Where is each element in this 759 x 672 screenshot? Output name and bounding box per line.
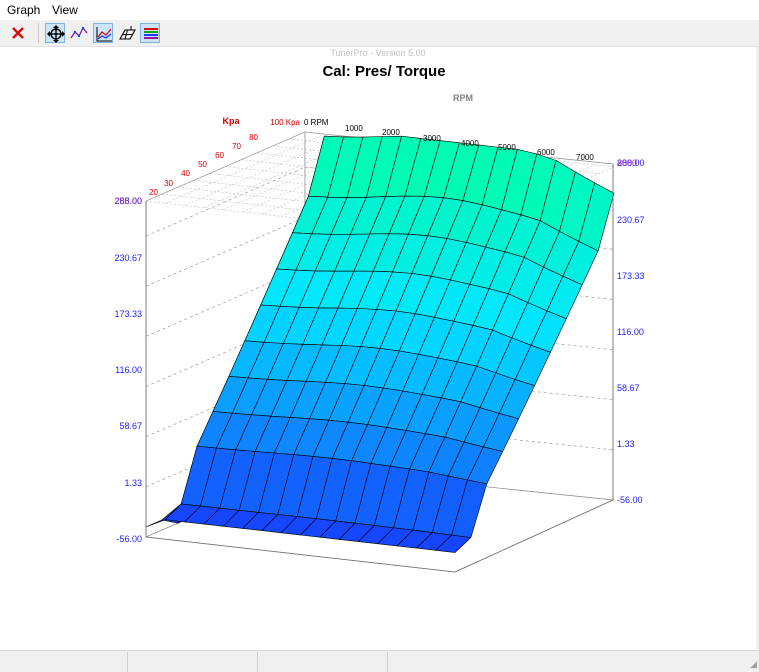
right-z-tick-label: 230.67 [617, 215, 645, 225]
graph-mode-button[interactable] [93, 23, 113, 43]
status-bar: ◢ [0, 650, 759, 672]
left-z-tick-label: 230.67 [114, 253, 142, 263]
status-pane-2 [128, 652, 258, 672]
close-graph-button[interactable] [8, 23, 28, 43]
rpm-tick-label: 3000 [423, 134, 441, 143]
status-pane-1 [0, 652, 128, 672]
line-graph-icon [96, 27, 112, 42]
right-z-tick-label: 116.00 [617, 327, 644, 337]
graph-title: Cal: Pres/ Torque [322, 63, 445, 80]
kpa-tick-label: 40 [181, 169, 190, 178]
watermark: TunerPro - Version 5.00 [330, 48, 425, 58]
right-z-tick-label: 173.33 [617, 271, 645, 281]
right-z-tick-label: -56.00 [617, 495, 643, 505]
left-z-tick-label: 116.00 [115, 365, 142, 375]
status-pane-3 [258, 652, 388, 672]
kpa-tick-label: 100 Kpa [270, 118, 300, 127]
left-z-tick-label: 1.33 [124, 478, 142, 488]
toolbar-separator [38, 23, 39, 43]
left-z-tick-label: 58.67 [119, 421, 142, 431]
kpa-tick-label: 80 [249, 133, 258, 142]
rpm-tick-label: 6000 [537, 148, 555, 157]
rpm-axis-title: RPM [453, 93, 473, 103]
rotate-button[interactable] [45, 23, 65, 43]
right-z-tick-label: 58.67 [617, 383, 640, 393]
color-bars-icon [144, 28, 158, 39]
left-z-tick-label-overlap: 255.00 [114, 196, 142, 206]
scatter-line-icon [70, 26, 88, 39]
colors-button[interactable] [140, 23, 160, 43]
rpm-tick-label: 5000 [498, 143, 516, 152]
kpa-tick-label: 70 [232, 142, 241, 151]
move-crosshair-icon [47, 25, 65, 43]
menu-bar: Graph View [0, 0, 759, 20]
rpm-tick-label: 0 RPM [304, 118, 329, 127]
graph-window: Graph View 288.00 230.67 173.33 116.00 5… [0, 0, 759, 672]
kpa-tick-label: 50 [198, 160, 207, 169]
menu-graph[interactable]: Graph [7, 3, 40, 17]
toolbar [0, 20, 759, 47]
kpa-tick-label: 20 [149, 188, 158, 197]
red-x-icon [12, 27, 24, 39]
right-z-tick-label: 1.33 [617, 439, 635, 449]
kpa-axis-title: Kpa [222, 116, 240, 126]
resize-grip-icon[interactable]: ◢ [750, 659, 757, 670]
kpa-tick-label: 60 [215, 151, 224, 160]
kpa-tick-label: 30 [164, 179, 173, 188]
rpm-tick-label: 4000 [461, 139, 479, 148]
surface-icon [119, 26, 136, 40]
left-z-tick-label: 173.33 [114, 309, 142, 319]
rpm-tick-label: 1000 [345, 124, 363, 133]
rpm-tick-label: 2000 [382, 128, 400, 137]
left-z-tick-label: -56.00 [116, 534, 142, 544]
graph-canvas[interactable]: 288.00 230.67 173.33 116.00 58.67 1.33 -56.00 2… [0, 47, 759, 650]
scatter-mode-button[interactable] [69, 23, 89, 43]
menu-view[interactable]: View [52, 3, 78, 17]
right-z-tick-label-overlap: 8000 [617, 158, 637, 168]
rpm-tick-label: 7000 [576, 153, 594, 162]
surface-plot[interactable]: 288.00230.67173.33116.0058.671.33-56.002… [0, 47, 756, 650]
surface-mode-button[interactable] [117, 23, 137, 43]
